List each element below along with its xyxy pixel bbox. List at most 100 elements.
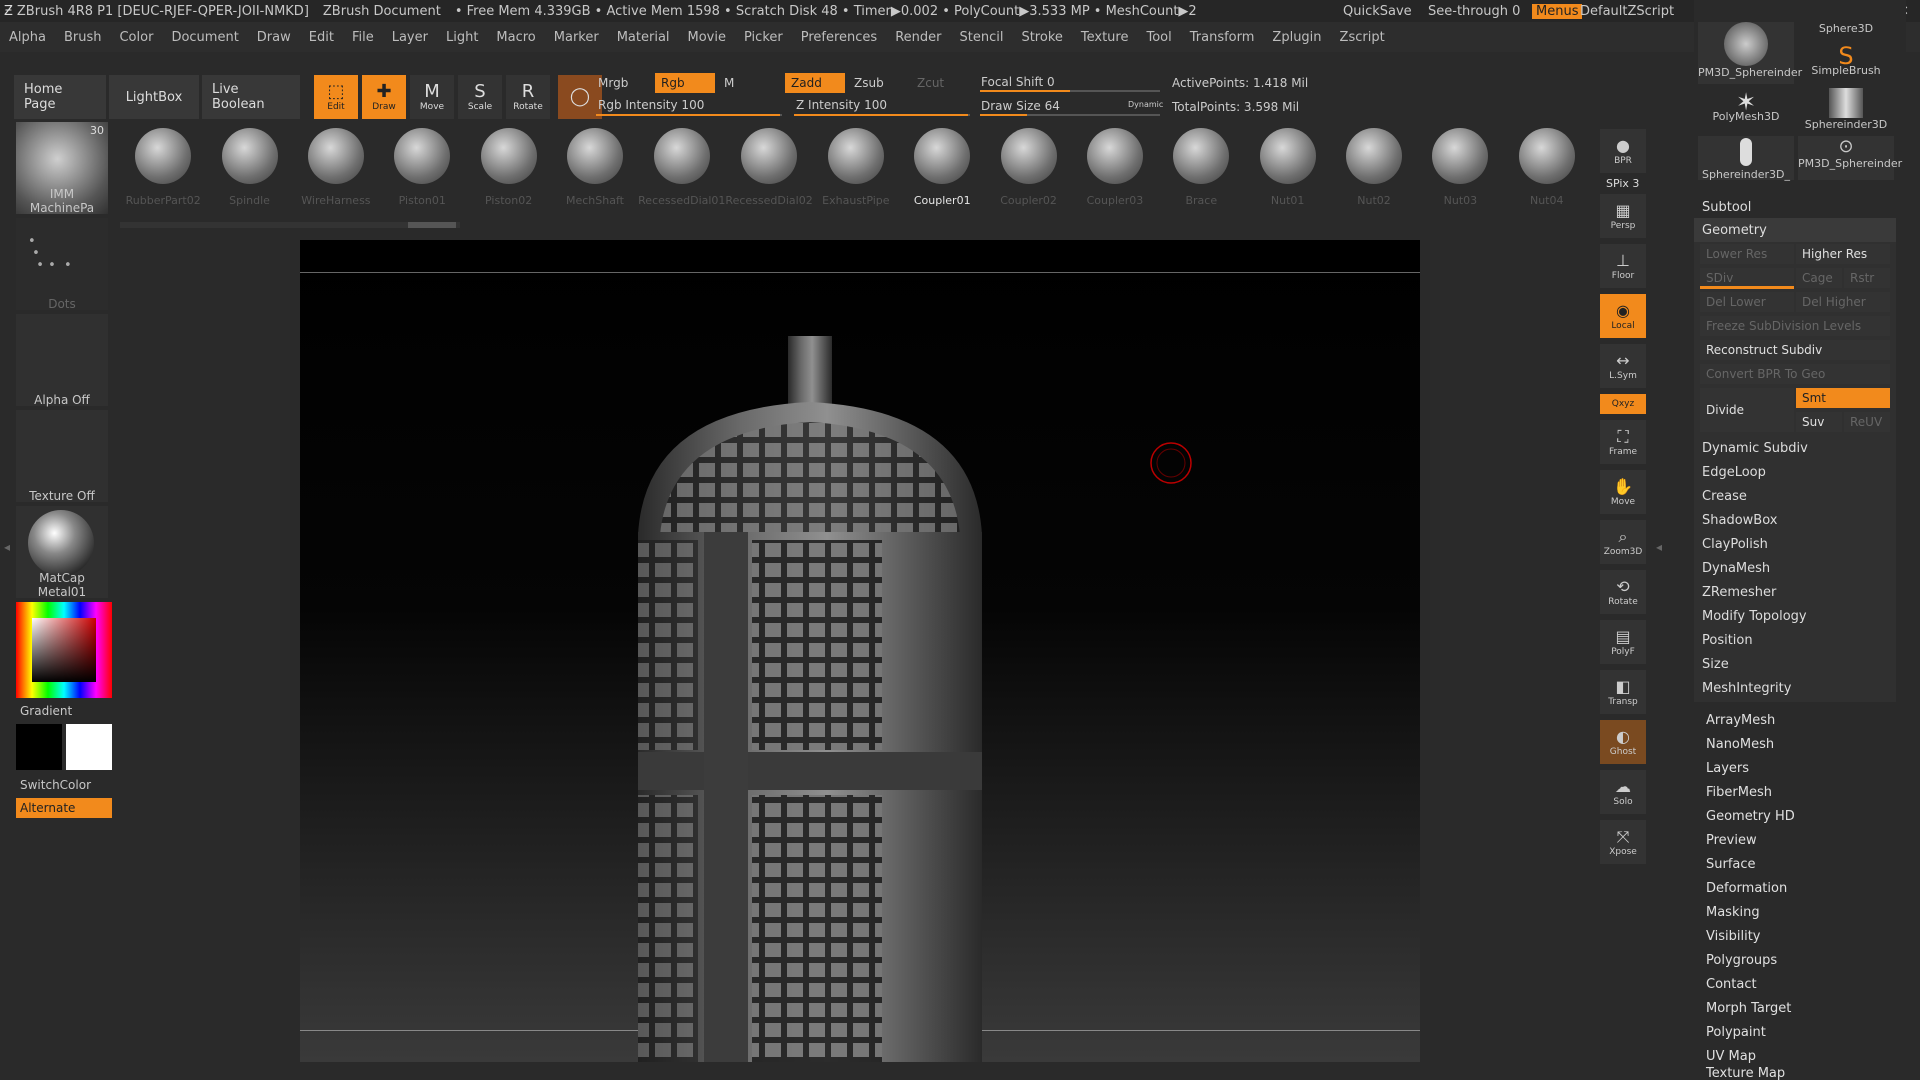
- draw-mode-button[interactable]: ✚ Draw: [362, 75, 406, 119]
- polyf-button[interactable]: ▤ PolyF: [1600, 620, 1646, 664]
- menu-render[interactable]: Render: [886, 30, 950, 45]
- shelf-item[interactable]: Nut02: [1331, 122, 1417, 212]
- menu-tool[interactable]: Tool: [1137, 30, 1180, 45]
- shelf-item[interactable]: Nut03: [1417, 122, 1503, 212]
- qxyz-button[interactable]: Qxyz: [1600, 394, 1646, 414]
- shelf-scrollbar[interactable]: [120, 222, 460, 228]
- alpha-slot[interactable]: Alpha Off: [16, 314, 108, 407]
- smt-toggle[interactable]: Smt: [1796, 388, 1890, 408]
- divide-button[interactable]: Divide: [1700, 388, 1794, 432]
- geo-modify-topology[interactable]: Modify Topology: [1694, 604, 1896, 628]
- tool-thumb[interactable]: ✶ PolyMesh3D: [1698, 88, 1794, 132]
- del-higher-button[interactable]: Del Higher: [1796, 292, 1890, 312]
- geo-claypolish[interactable]: ClayPolish: [1694, 532, 1896, 556]
- menu-texture[interactable]: Texture: [1072, 30, 1138, 45]
- z-intensity-slider[interactable]: Z Intensity 100: [790, 95, 970, 115]
- menu-draw[interactable]: Draw: [248, 30, 300, 45]
- zsub-button[interactable]: Zsub: [848, 73, 908, 93]
- sub-visibility[interactable]: Visibility: [1694, 925, 1906, 947]
- sub-polygroups[interactable]: Polygroups: [1694, 949, 1906, 971]
- tool-thumb[interactable]: ⊙ PM3D_Sphereinder: [1798, 136, 1902, 180]
- zadd-button[interactable]: Zadd: [785, 73, 845, 93]
- shelf-item[interactable]: MechShaft: [552, 122, 638, 212]
- suv-toggle[interactable]: Suv: [1796, 412, 1842, 432]
- shelf-item-selected[interactable]: Coupler01: [899, 122, 985, 212]
- default-zscript-button[interactable]: DefaultZScript: [1580, 4, 1674, 19]
- menu-stencil[interactable]: Stencil: [950, 30, 1012, 45]
- color-picker[interactable]: [16, 602, 112, 698]
- lsym-button[interactable]: ↔ L.Sym: [1600, 344, 1646, 388]
- shelf-item[interactable]: Brace: [1158, 122, 1244, 212]
- convert-bpr-button[interactable]: Convert BPR To Geo: [1700, 364, 1890, 384]
- menu-file[interactable]: File: [343, 30, 383, 45]
- sub-fibermesh[interactable]: FiberMesh: [1694, 781, 1906, 803]
- solo-button[interactable]: ☁ Solo: [1600, 770, 1646, 814]
- sub-arraymesh[interactable]: ArrayMesh: [1694, 709, 1906, 731]
- zcut-button[interactable]: Zcut: [911, 73, 971, 93]
- menu-alpha[interactable]: Alpha: [0, 30, 55, 45]
- local-button[interactable]: ◉ Local: [1600, 294, 1646, 338]
- shelf-item[interactable]: ExhaustPipe: [813, 122, 899, 212]
- focal-shift-track[interactable]: [980, 90, 1160, 92]
- subtool-menu[interactable]: Subtool: [1694, 195, 1904, 219]
- edit-mode-button[interactable]: ⬚ Edit: [314, 75, 358, 119]
- focal-shift-slider[interactable]: Focal Shift 0: [975, 72, 1160, 92]
- menu-zscript[interactable]: Zscript: [1331, 30, 1394, 45]
- transp-button[interactable]: ◧ Transp: [1600, 670, 1646, 714]
- menu-light[interactable]: Light: [437, 30, 487, 45]
- geometry-header[interactable]: Geometry: [1694, 218, 1896, 242]
- tool-thumb[interactable]: Sphere3D: [1798, 22, 1894, 42]
- draw-size-slider[interactable]: Draw Size 64: [975, 96, 1105, 116]
- move-view-button[interactable]: ✋ Move: [1600, 470, 1646, 514]
- draw-size-track[interactable]: [980, 114, 1160, 116]
- sub-contact[interactable]: Contact: [1694, 973, 1906, 995]
- ghost-button[interactable]: ◐ Ghost: [1600, 720, 1646, 764]
- m-button[interactable]: M: [718, 73, 778, 93]
- move-mode-button[interactable]: M Move: [410, 75, 454, 119]
- sub-polypaint[interactable]: Polypaint: [1694, 1021, 1906, 1043]
- higher-res-button[interactable]: Higher Res: [1796, 244, 1890, 264]
- rgb-button[interactable]: Rgb: [655, 73, 715, 93]
- shelf-item[interactable]: Coupler02: [985, 122, 1071, 212]
- rotate-mode-button[interactable]: R Rotate: [506, 75, 550, 119]
- tool-thumb[interactable]: S SimpleBrush: [1798, 42, 1894, 84]
- mrgb-button[interactable]: Mrgb: [592, 73, 652, 93]
- geo-dynamesh[interactable]: DynaMesh: [1694, 556, 1896, 580]
- sub-morph-target[interactable]: Morph Target: [1694, 997, 1906, 1019]
- sub-masking[interactable]: Masking: [1694, 901, 1906, 923]
- sub-texture-map[interactable]: Texture Map: [1694, 1066, 1906, 1080]
- scale-mode-button[interactable]: S Scale: [458, 75, 502, 119]
- menu-movie[interactable]: Movie: [679, 30, 735, 45]
- spix-slider[interactable]: SPix 3: [1606, 177, 1656, 190]
- geo-size[interactable]: Size: [1694, 652, 1896, 676]
- del-lower-button[interactable]: Del Lower: [1700, 292, 1794, 312]
- shelf-item[interactable]: RubberPart02: [120, 122, 206, 212]
- geo-zremesher[interactable]: ZRemesher: [1694, 580, 1896, 604]
- menu-picker[interactable]: Picker: [735, 30, 792, 45]
- geo-crease[interactable]: Crease: [1694, 484, 1896, 508]
- shelf-item[interactable]: Coupler03: [1072, 122, 1158, 212]
- sub-uv-map[interactable]: UV Map: [1694, 1045, 1906, 1067]
- bpr-button[interactable]: ● BPR: [1600, 129, 1646, 173]
- shelf-item[interactable]: Piston01: [379, 122, 465, 212]
- seethrough-slider[interactable]: See-through 0: [1428, 4, 1520, 19]
- shelf-item[interactable]: Nut01: [1244, 122, 1330, 212]
- menus-toggle[interactable]: Menus: [1532, 3, 1583, 19]
- menu-document[interactable]: Document: [162, 30, 247, 45]
- shelf-item[interactable]: WireHarness: [293, 122, 379, 212]
- shelf-item[interactable]: RecessedDial01: [638, 122, 725, 212]
- sub-deformation[interactable]: Deformation: [1694, 877, 1906, 899]
- geo-position[interactable]: Position: [1694, 628, 1896, 652]
- menu-layer[interactable]: Layer: [383, 30, 437, 45]
- sub-surface[interactable]: Surface: [1694, 853, 1906, 875]
- shelf-scroll-thumb[interactable]: [408, 222, 456, 228]
- geo-dynamic-subdiv[interactable]: Dynamic Subdiv: [1694, 436, 1896, 460]
- menu-transform[interactable]: Transform: [1181, 30, 1264, 45]
- tool-thumb[interactable]: Sphereinder3D_: [1698, 136, 1794, 181]
- quicksave-button[interactable]: QuickSave: [1343, 4, 1412, 19]
- xpose-button[interactable]: ⤧ Xpose: [1600, 820, 1646, 864]
- main-color-swatch[interactable]: [16, 724, 62, 770]
- texture-slot[interactable]: Texture Off: [16, 410, 108, 503]
- menu-color[interactable]: Color: [110, 30, 162, 45]
- home-page-button[interactable]: Home Page: [14, 75, 106, 119]
